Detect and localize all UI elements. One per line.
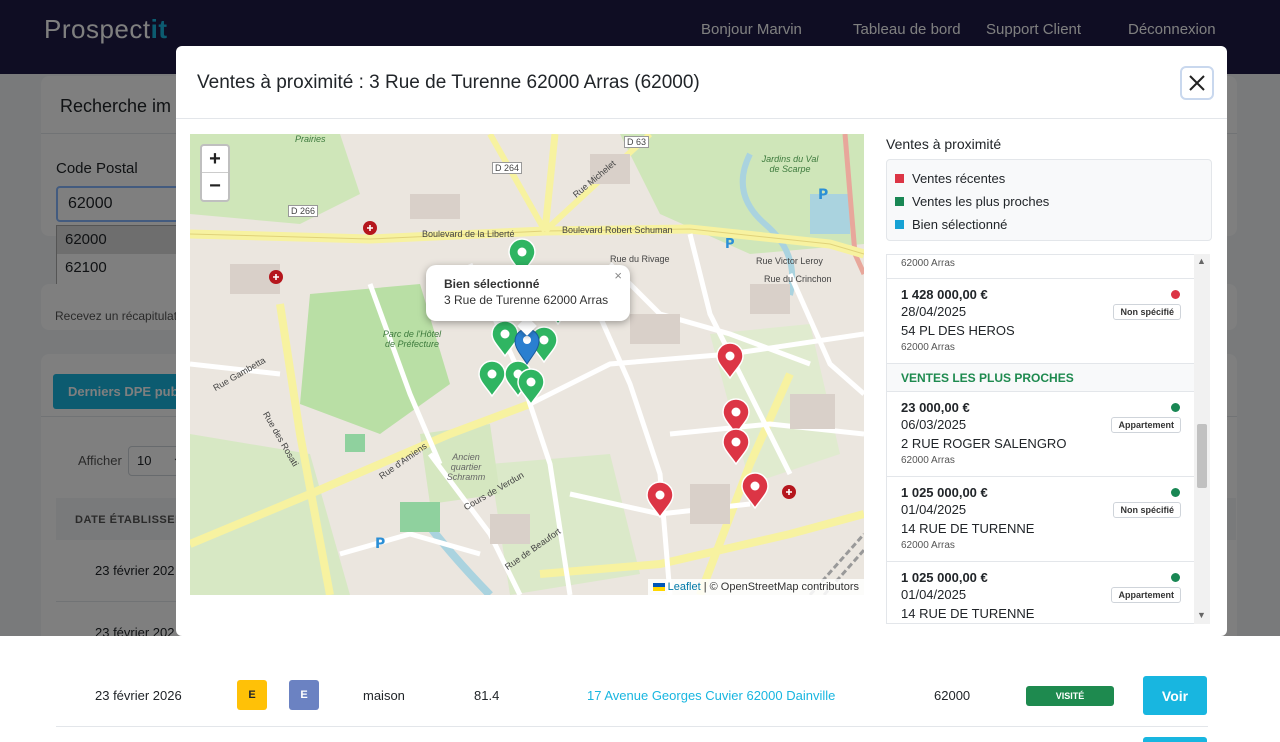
status-dot bbox=[1171, 403, 1180, 412]
green-marker[interactable] bbox=[491, 320, 519, 357]
zoom-control: + − bbox=[200, 144, 230, 202]
popup-address: 3 Rue de Turenne 62000 Arras bbox=[444, 293, 609, 307]
red-marker[interactable] bbox=[722, 428, 750, 465]
red-marker[interactable] bbox=[646, 481, 674, 518]
property-type-badge: Non spécifié bbox=[1113, 304, 1181, 320]
legend-item: Ventes récentes bbox=[895, 171, 1005, 186]
section-header-nearest: VENTES LES PLUS PROCHES bbox=[887, 364, 1195, 392]
map-view[interactable]: P P P Prairies D 63 D 264 D 266 Boulevar… bbox=[190, 134, 864, 595]
sales-list[interactable]: 62000 Arras 1 428 000,00 € 28/04/2025 No… bbox=[886, 254, 1210, 624]
scroll-down-icon[interactable]: ▼ bbox=[1197, 610, 1206, 620]
modal-title: Ventes à proximité : 3 Rue de Turenne 62… bbox=[197, 72, 700, 93]
leaflet-link[interactable]: Leaflet bbox=[668, 581, 701, 593]
zoom-out-button[interactable]: − bbox=[202, 173, 228, 200]
list-scrollbar[interactable]: ▲ ▼ bbox=[1194, 254, 1210, 624]
green-marker[interactable] bbox=[478, 360, 506, 397]
zoom-in-button[interactable]: + bbox=[202, 146, 228, 173]
modal-close-button[interactable] bbox=[1180, 66, 1214, 100]
red-marker[interactable] bbox=[741, 472, 769, 509]
property-type-badge: Appartement bbox=[1111, 417, 1181, 433]
status-dot bbox=[1171, 290, 1180, 299]
map-legend: Ventes récentes Ventes les plus proches … bbox=[886, 159, 1212, 241]
list-item[interactable]: 1 025 000,00 € 01/04/2025 Appartement 14… bbox=[887, 562, 1195, 623]
legend-item: Bien sélectionné bbox=[895, 217, 1007, 232]
list-item[interactable]: 1 428 000,00 € 28/04/2025 Non spécifié 5… bbox=[887, 279, 1195, 364]
popup-title: Bien sélectionné bbox=[444, 277, 540, 291]
green-marker[interactable] bbox=[517, 368, 545, 405]
nearby-sales-modal: Ventes à proximité : 3 Rue de Turenne 62… bbox=[176, 46, 1227, 636]
red-marker[interactable] bbox=[716, 342, 744, 379]
legend-item: Ventes les plus proches bbox=[895, 194, 1049, 209]
status-dot bbox=[1171, 573, 1180, 582]
popup-close-button[interactable]: × bbox=[614, 268, 622, 283]
map-markers bbox=[478, 238, 769, 518]
close-icon bbox=[1189, 75, 1205, 91]
table-row: 23 février 2026 E E maison 81.4 17 Avenu… bbox=[0, 636, 1280, 742]
side-panel-title: Ventes à proximité bbox=[886, 136, 1002, 152]
map-attribution: Leaflet | © OpenStreetMap contributors bbox=[647, 579, 864, 595]
scroll-up-icon[interactable]: ▲ bbox=[1197, 256, 1206, 266]
list-item[interactable]: 23 000,00 € 06/03/2025 Appartement 2 RUE… bbox=[887, 392, 1195, 477]
status-dot bbox=[1171, 488, 1180, 497]
property-type-badge: Appartement bbox=[1111, 587, 1181, 603]
scrollbar-thumb[interactable] bbox=[1197, 424, 1207, 488]
list-item[interactable]: 1 025 000,00 € 01/04/2025 Non spécifié 1… bbox=[887, 477, 1195, 562]
ukraine-flag-icon bbox=[652, 583, 665, 592]
list-item[interactable]: 62000 Arras bbox=[887, 255, 1195, 279]
property-type-badge: Non spécifié bbox=[1113, 502, 1181, 518]
map-popup: Bien sélectionné 3 Rue de Turenne 62000 … bbox=[426, 265, 630, 321]
